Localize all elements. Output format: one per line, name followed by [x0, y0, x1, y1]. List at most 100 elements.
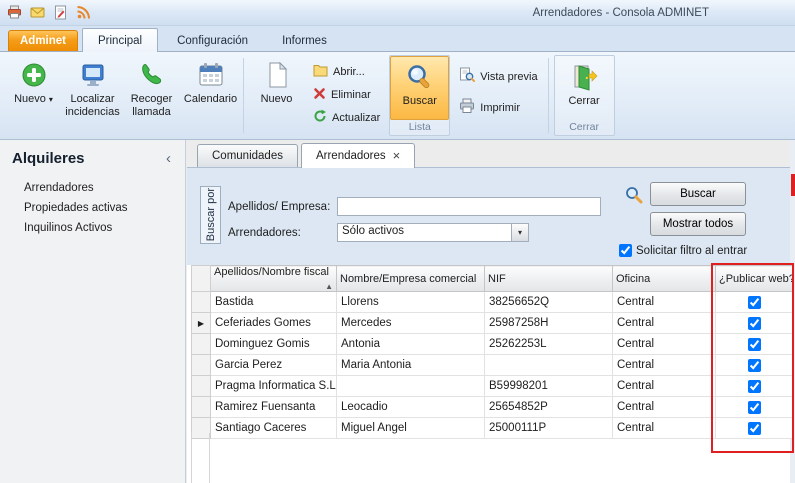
row-selector[interactable] [192, 355, 211, 376]
buscar-filter-button[interactable]: Buscar [650, 182, 746, 206]
preview-icon [459, 67, 475, 86]
mostrar-todos-button[interactable]: Mostrar todos [650, 212, 746, 236]
cell-nif[interactable]: 25987258H [485, 313, 613, 334]
abrir-button[interactable]: Abrir... [308, 61, 385, 83]
exit-door-icon [570, 62, 598, 92]
cell-fiscal[interactable]: Ramirez Fuensanta [211, 397, 337, 418]
table-row[interactable]: BastidaLlorens38256652QCentral [192, 292, 793, 313]
cell-oficina[interactable]: Central [613, 334, 716, 355]
calendario-button[interactable]: Calendario [181, 54, 240, 137]
recoger-llamada-button[interactable]: Recoger llamada [122, 54, 181, 137]
column-header-publicar[interactable]: ¿Publicar web? [716, 266, 793, 292]
cell-fiscal[interactable]: Dominguez Gomis [211, 334, 337, 355]
column-header-oficina[interactable]: Oficina [613, 266, 716, 292]
cell-comercial[interactable]: Antonia [337, 334, 485, 355]
cell-publicar[interactable] [716, 376, 793, 397]
cell-comercial[interactable]: Mercedes [337, 313, 485, 334]
cell-publicar[interactable] [716, 397, 793, 418]
dropdown-arrow-icon[interactable]: ▾ [511, 224, 528, 241]
cell-comercial[interactable] [337, 376, 485, 397]
cell-fiscal[interactable]: Pragma Informatica S.L. [211, 376, 337, 397]
publicar-web-checkbox[interactable] [748, 422, 761, 435]
cell-comercial[interactable]: Llorens [337, 292, 485, 313]
mail-icon[interactable] [29, 5, 45, 21]
vista-previa-button[interactable]: Vista previa [454, 65, 542, 88]
row-selector[interactable] [192, 334, 211, 355]
localizar-incidencias-button[interactable]: Localizar incidencias [63, 54, 122, 137]
row-selector[interactable] [192, 376, 211, 397]
app-button-adminet[interactable]: Adminet [8, 30, 78, 51]
cell-publicar[interactable] [716, 334, 793, 355]
sidebar-title: Alquileres [12, 150, 85, 167]
cell-oficina[interactable]: Central [613, 418, 716, 439]
cell-fiscal[interactable]: Santiago Caceres [211, 418, 337, 439]
cell-oficina[interactable]: Central [613, 397, 716, 418]
close-icon[interactable]: × [393, 151, 401, 161]
cell-publicar[interactable] [716, 355, 793, 376]
cell-nif[interactable] [485, 355, 613, 376]
cell-fiscal[interactable]: Ceferiades Gomes [211, 313, 337, 334]
nuevo-registro-button[interactable]: Nuevo [247, 54, 306, 137]
cell-publicar[interactable] [716, 292, 793, 313]
cell-fiscal[interactable]: Bastida [211, 292, 337, 313]
publicar-web-checkbox[interactable] [748, 359, 761, 372]
tab-informes[interactable]: Informes [267, 30, 342, 51]
table-row[interactable]: Dominguez GomisAntonia25262253LCentral [192, 334, 793, 355]
publicar-web-checkbox[interactable] [748, 401, 761, 414]
buscar-button[interactable]: Buscar [390, 56, 449, 120]
cell-nif[interactable]: 25654852P [485, 397, 613, 418]
cell-comercial[interactable]: Miguel Angel [337, 418, 485, 439]
doc-tab-comunidades[interactable]: Comunidades [197, 144, 298, 167]
table-row[interactable]: Ramirez FuensantaLeocadio25654852PCentra… [192, 397, 793, 418]
cell-nif[interactable]: B59998201 [485, 376, 613, 397]
row-selector[interactable] [192, 397, 211, 418]
column-header-fiscal[interactable]: Apellidos/Nombre fiscal▲ [211, 266, 337, 292]
cerrar-button[interactable]: Cerrar [555, 56, 614, 120]
table-row[interactable]: Pragma Informatica S.L. B59998201Central [192, 376, 793, 397]
column-header-nif[interactable]: NIF [485, 266, 613, 292]
cell-nif[interactable]: 38256652Q [485, 292, 613, 313]
ribbon-group-lista: Buscar Lista [389, 55, 450, 136]
sidebar-item-propiedades-activas[interactable]: Propiedades activas [0, 198, 185, 218]
table-row[interactable]: ▶Ceferiades GomesMercedes25987258HCentra… [192, 313, 793, 334]
tab-configuracion[interactable]: Configuración [162, 30, 263, 51]
cell-nif[interactable]: 25000111P [485, 418, 613, 439]
row-selector[interactable] [192, 292, 211, 313]
grid-container: Apellidos/Nombre fiscal▲Nombre/Empresa c… [191, 265, 792, 439]
row-selector[interactable]: ▶ [192, 313, 211, 334]
report-icon[interactable] [52, 5, 68, 21]
publicar-web-checkbox[interactable] [748, 380, 761, 393]
solicitar-filtro-checkbox[interactable] [619, 244, 632, 257]
table-row[interactable]: Santiago CaceresMiguel Angel25000111PCen… [192, 418, 793, 439]
nuevo-button[interactable]: Nuevo▾ [4, 54, 63, 137]
collapse-icon[interactable]: ‹ [162, 150, 175, 167]
column-header-comercial[interactable]: Nombre/Empresa comercial [337, 266, 485, 292]
tab-principal[interactable]: Principal [82, 28, 158, 52]
cell-oficina[interactable]: Central [613, 292, 716, 313]
sidebar-item-inquilinos-activos[interactable]: Inquilinos Activos [0, 218, 185, 238]
grid-header-row: Apellidos/Nombre fiscal▲Nombre/Empresa c… [192, 266, 793, 292]
cell-oficina[interactable]: Central [613, 376, 716, 397]
publicar-web-checkbox[interactable] [748, 296, 761, 309]
publicar-web-checkbox[interactable] [748, 317, 761, 330]
cell-comercial[interactable]: Maria Antonia [337, 355, 485, 376]
cell-oficina[interactable]: Central [613, 355, 716, 376]
cell-fiscal[interactable]: Garcia Perez [211, 355, 337, 376]
sidebar-item-arrendadores[interactable]: Arrendadores [0, 178, 185, 198]
cell-publicar[interactable] [716, 418, 793, 439]
printer-icon[interactable] [6, 5, 22, 21]
group-label-cerrar: Cerrar [555, 120, 614, 135]
cell-publicar[interactable] [716, 313, 793, 334]
publicar-web-checkbox[interactable] [748, 338, 761, 351]
doc-tab-arrendadores[interactable]: Arrendadores × [301, 143, 415, 168]
cell-comercial[interactable]: Leocadio [337, 397, 485, 418]
cell-oficina[interactable]: Central [613, 313, 716, 334]
eliminar-button[interactable]: Eliminar [308, 85, 385, 105]
feed-icon[interactable] [75, 5, 91, 21]
apellidos-input[interactable] [337, 197, 601, 216]
arrendadores-select[interactable]: Sólo activos ▾ [337, 223, 529, 242]
table-row[interactable]: Garcia PerezMaria Antonia Central [192, 355, 793, 376]
actualizar-button[interactable]: Actualizar [308, 107, 385, 128]
cell-nif[interactable]: 25262253L [485, 334, 613, 355]
imprimir-button[interactable]: Imprimir [454, 96, 542, 119]
